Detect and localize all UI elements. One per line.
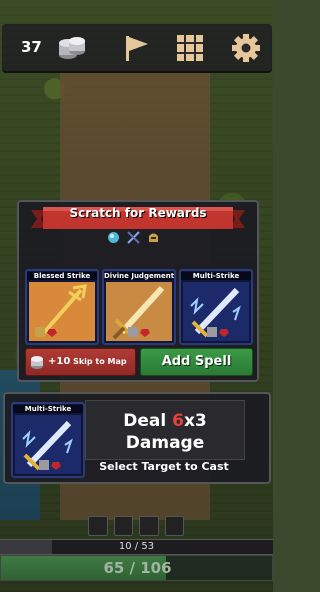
shield-status-icon [139, 516, 159, 536]
spell-choices: Blessed Strike Divine Judgement Multi-St… [25, 269, 253, 345]
health-bar: 65 / 106 [0, 555, 273, 581]
reward-mini-icons [107, 231, 167, 245]
skip-amount: +10 [48, 356, 71, 367]
lightning-sword-icon [183, 282, 249, 341]
deal-line: Deal 6x3 [86, 411, 244, 431]
deal-word: Deal [123, 411, 167, 431]
skip-label: +10 Skip to Map [48, 356, 127, 367]
card-title: Divine Judgement [104, 272, 175, 280]
damage-word: Damage [125, 433, 205, 453]
helmet-status-icon [88, 516, 108, 536]
skip-to-map-button[interactable]: +10 Skip to Map [25, 348, 136, 376]
grid-icon[interactable] [175, 33, 205, 63]
coin-count: 37 [21, 38, 42, 56]
lightning-sword-icon [15, 415, 81, 474]
status-effects [88, 516, 184, 536]
spell-card-blessed-strike[interactable]: Blessed Strike [25, 269, 99, 345]
selected-spell-card[interactable]: Multi-Strike [11, 402, 85, 478]
flame-status-icon [164, 516, 184, 536]
claw-status-icon [113, 516, 133, 536]
multiplier: x3 [183, 411, 207, 431]
coins-icon [59, 37, 85, 59]
coins-icon [31, 356, 43, 369]
rewards-title: Scratch for Rewards [69, 206, 207, 220]
xp-text: 10 / 53 [118, 541, 155, 552]
spell-card-divine-judgement[interactable]: Divine Judgement [102, 269, 176, 345]
cast-hint: Select Target to Cast [99, 460, 229, 473]
reward-panel: Scratch for Rewards Blessed Strike Divin… [17, 200, 259, 382]
orb-icon [108, 232, 119, 243]
top-bar: 37 [2, 24, 272, 71]
flag-icon[interactable] [121, 33, 151, 63]
card-title: Multi-Strike [13, 405, 83, 413]
golden-sword-icon [106, 282, 172, 341]
add-spell-button[interactable]: Add Spell [140, 348, 253, 376]
card-title: Blessed Strike [27, 272, 97, 280]
crossed-swords-icon [127, 231, 140, 244]
skip-text: Skip to Map [73, 357, 127, 366]
golden-trident-icon [29, 282, 95, 341]
cast-panel: Multi-Strike Deal 6x3 Damage Select Targ… [3, 392, 271, 484]
card-title: Multi-Strike [181, 272, 251, 280]
health-text: 65 / 106 [103, 559, 172, 577]
spell-card-multi-strike[interactable]: Multi-Strike [179, 269, 253, 345]
spell-description: Deal 6x3 Damage [85, 400, 245, 460]
xp-bar: 10 / 53 [0, 539, 273, 555]
gear-icon[interactable] [231, 33, 261, 63]
damage-value: 6 [172, 411, 184, 431]
helmet-icon [149, 233, 158, 242]
